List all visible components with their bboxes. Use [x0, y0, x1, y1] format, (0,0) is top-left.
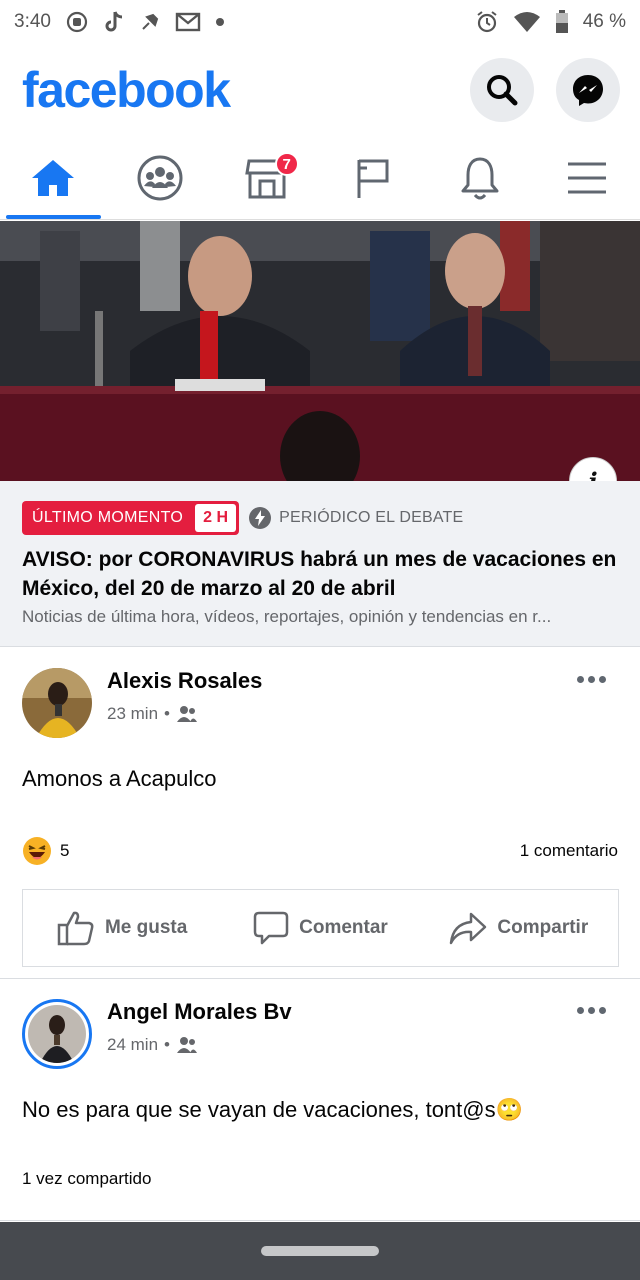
breaking-time: 2 H: [195, 504, 237, 532]
breaking-news-badge: ÚLTIMO MOMENTO 2 H: [22, 501, 240, 535]
hamburger-menu-icon: [567, 162, 606, 193]
friends-privacy-icon: [176, 1037, 197, 1053]
post-text: Amonos a Acapulco: [22, 766, 217, 791]
system-navigation-bar: [0, 1222, 640, 1280]
tab-notifications[interactable]: [427, 136, 534, 219]
news-source-label: PERIÓDICO EL DEBATE: [279, 509, 464, 526]
feed-post: Angel Morales Bv 24 min • No es para que…: [0, 979, 640, 1223]
like-label: Me gusta: [104, 917, 188, 938]
messenger-button[interactable]: [556, 58, 620, 122]
notification-dot-icon: [215, 17, 225, 27]
avatar[interactable]: [22, 668, 92, 738]
facebook-logo[interactable]: facebook: [22, 61, 231, 119]
comment-button[interactable]: Comentar: [221, 890, 419, 966]
search-button[interactable]: [470, 58, 534, 122]
bell-icon: [461, 157, 499, 199]
pin-icon: [139, 11, 161, 33]
home-gesture-handle[interactable]: [261, 1246, 379, 1256]
breaking-label: ÚLTIMO MOMENTO: [32, 509, 184, 526]
tiktok-icon: [103, 10, 125, 34]
whatsapp-icon: [65, 10, 89, 34]
post-actions: Me gusta Comentar Compartir: [22, 889, 619, 967]
news-video-thumbnail[interactable]: [0, 221, 640, 481]
share-count[interactable]: 1 vez compartido: [22, 1169, 151, 1189]
feed-post: Alexis Rosales 23 min • Amonos a Acapulc…: [0, 648, 640, 978]
share-button[interactable]: Compartir: [420, 890, 618, 966]
post-divider: [0, 1220, 640, 1221]
like-button[interactable]: Me gusta: [23, 890, 221, 966]
haha-reaction-icon: [23, 837, 51, 865]
post-text: No es para que se vayan de vacaciones, t…: [22, 1097, 524, 1122]
groups-icon: [137, 155, 183, 200]
post-time[interactable]: 23 min: [107, 704, 158, 724]
tab-bar: 7: [0, 136, 640, 220]
wifi-icon: [513, 11, 541, 33]
news-headline[interactable]: AVISO: por CORONAVIRUS habrá un mes de v…: [22, 545, 618, 603]
post-author[interactable]: Alexis Rosales: [107, 668, 262, 694]
marketplace-badge: 7: [274, 152, 299, 176]
alarm-icon: [475, 10, 499, 34]
status-time: 3:40: [14, 11, 51, 32]
lightning-icon: [249, 507, 272, 529]
status-bar: 3:40 46 %: [0, 0, 640, 44]
post-options-button[interactable]: [577, 676, 606, 683]
app-header: facebook: [0, 44, 640, 136]
meta-separator: •: [164, 704, 170, 723]
meta-separator: •: [164, 1035, 170, 1054]
tab-pages[interactable]: [320, 136, 427, 219]
post-options-button[interactable]: [577, 1007, 606, 1014]
flag-icon: [357, 159, 389, 198]
reaction-summary[interactable]: 5 1 comentario: [22, 836, 618, 866]
news-description: Noticias de última hora, vídeos, reporta…: [22, 607, 552, 626]
breaking-news-card[interactable]: ÚLTIMO MOMENTO 2 H PERIÓDICO EL DEBATE A…: [0, 481, 640, 647]
post-meta: 23 min •: [107, 704, 198, 724]
post-time[interactable]: 24 min: [107, 1035, 158, 1055]
comment-label: Comentar: [299, 917, 388, 938]
share-icon: [450, 912, 487, 945]
friends-privacy-icon: [176, 706, 197, 722]
tab-home[interactable]: [0, 136, 107, 219]
tab-groups[interactable]: [107, 136, 214, 219]
avatar[interactable]: [22, 999, 92, 1069]
post-author[interactable]: Angel Morales Bv: [107, 999, 292, 1025]
battery-percent: 46 %: [582, 11, 626, 32]
messenger-icon: [573, 75, 603, 106]
reaction-count: 5: [60, 841, 70, 860]
post-meta: 24 min •: [107, 1035, 198, 1055]
thumbs-up-icon: [57, 911, 94, 946]
tab-menu[interactable]: [533, 136, 640, 219]
news-source: PERIÓDICO EL DEBATE: [249, 507, 463, 529]
battery-icon: [555, 10, 569, 34]
search-icon: [487, 75, 518, 106]
share-label: Compartir: [497, 917, 589, 938]
comment-count[interactable]: 1 comentario: [520, 841, 618, 861]
gmail-icon: [175, 11, 201, 33]
tab-marketplace[interactable]: 7: [213, 136, 320, 219]
comment-icon: [253, 911, 289, 945]
home-icon: [32, 159, 75, 196]
